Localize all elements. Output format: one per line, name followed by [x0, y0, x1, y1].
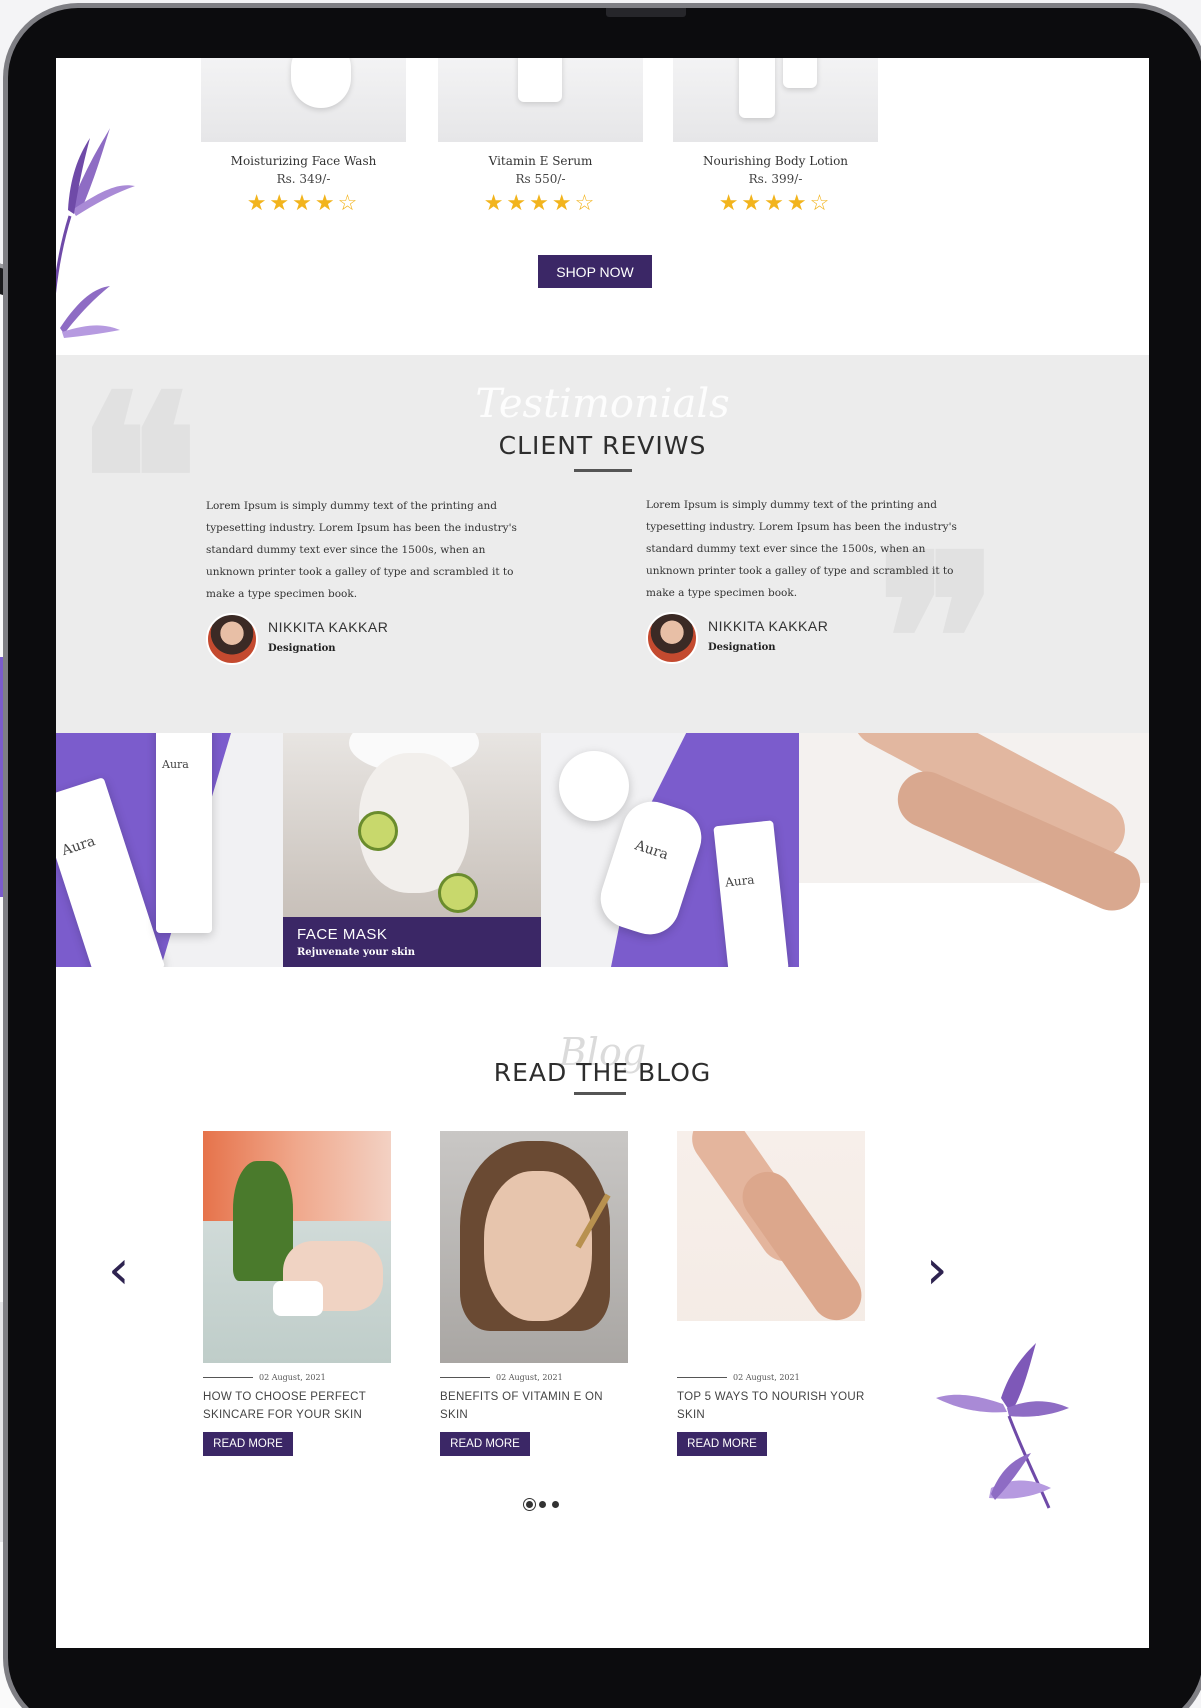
testimonials-script-label: Testimonials: [475, 381, 730, 427]
blog-date-row: 02 August, 2021: [440, 1373, 628, 1382]
product-price: Rs. 349/-: [276, 172, 331, 186]
carousel-pagination: [526, 1501, 559, 1508]
carousel-next-arrow-icon[interactable]: ›: [926, 1238, 948, 1301]
section-title: CLIENT REVIWS: [498, 431, 707, 460]
star-empty-icon: ☆: [809, 190, 833, 215]
star-filled-icon: ★★★★: [483, 190, 575, 215]
cucumber-slice: [358, 811, 398, 851]
tablet-top-button: [606, 8, 686, 17]
read-more-button[interactable]: READ MORE: [440, 1432, 530, 1456]
leg-shape: [732, 1162, 865, 1330]
banner-tile-body-care[interactable]: [799, 733, 1149, 967]
bedsheet-shape: [677, 1321, 865, 1363]
read-more-button[interactable]: READ MORE: [677, 1432, 767, 1456]
star-empty-icon: ☆: [574, 190, 598, 215]
carousel-prev-arrow-icon[interactable]: ‹: [108, 1238, 130, 1301]
rating-stars: ★★★★☆: [201, 190, 406, 216]
tablet-frame: Moisturizing Face Wash Rs. 349/- ★★★★☆ V…: [8, 8, 1201, 1708]
caption-subtitle: Rejuvenate your skin: [297, 947, 416, 958]
banner-tile-products[interactable]: Aura Aura: [541, 733, 799, 967]
reviewer-name: NIKKITA KAKKAR: [268, 619, 389, 635]
brand-logo: Aura: [59, 833, 98, 860]
review-card: Lorem Ipsum is simply dummy text of the …: [646, 494, 966, 668]
blog-date: 02 August, 2021: [733, 1373, 800, 1382]
background-shape: [203, 1131, 391, 1221]
blog-card: 02 August, 2021 HOW TO CHOOSE PERFECT SK…: [203, 1131, 391, 1456]
cucumber-slice: [438, 873, 478, 913]
shop-now-button[interactable]: SHOP NOW: [538, 255, 652, 288]
read-more-button[interactable]: READ MORE: [203, 1432, 293, 1456]
brand-logo: Aura: [632, 837, 671, 864]
product-image[interactable]: [673, 58, 878, 142]
lily-flower-decoration: [936, 1343, 1069, 1509]
rating-stars: ★★★★☆: [438, 190, 643, 216]
reviewer: NIKKITA KAKKAR Designation: [646, 612, 966, 668]
blog-image[interactable]: [440, 1131, 628, 1363]
product-price: Rs. 399/-: [748, 172, 803, 186]
product-jar: [559, 751, 629, 821]
cream-jar-shape: [273, 1281, 323, 1316]
banner-tile-products[interactable]: Aura Aura: [56, 733, 283, 967]
blog-image[interactable]: [203, 1131, 391, 1363]
reviewer: NIKKITA KAKKAR Designation: [206, 613, 526, 669]
blog-date-row: 02 August, 2021: [203, 1373, 391, 1382]
blog-date: 02 August, 2021: [496, 1373, 563, 1382]
review-text: Lorem Ipsum is simply dummy text of the …: [206, 500, 517, 600]
banner-tile-face-mask[interactable]: FACE MASK Rejuvenate your skin: [283, 733, 541, 967]
review-card: Lorem Ipsum is simply dummy text of the …: [206, 495, 526, 669]
section-title: READ THE BLOG: [493, 1058, 712, 1087]
product-name: Moisturizing Face Wash: [230, 154, 377, 168]
pagination-dot-active[interactable]: [526, 1501, 533, 1508]
blog-title[interactable]: TOP 5 WAYS TO NOURISH YOUR SKIN: [677, 1388, 865, 1424]
product-name: Nourishing Body Lotion: [702, 154, 849, 168]
product-card[interactable]: Moisturizing Face Wash Rs. 349/- ★★★★☆: [201, 58, 406, 216]
title-underline: [574, 469, 632, 472]
avatar: [206, 613, 258, 665]
star-filled-icon: ★★★★: [246, 190, 338, 215]
product-bottle-shape: [518, 58, 562, 102]
date-rule: [440, 1377, 490, 1378]
avatar: [646, 612, 698, 664]
blog-date: 02 August, 2021: [259, 1373, 326, 1382]
product-image[interactable]: [201, 58, 406, 142]
product-price: Rs 550/-: [515, 172, 566, 186]
reviewer-designation: Designation: [268, 643, 336, 654]
pagination-dot[interactable]: [552, 1501, 559, 1508]
blog-image[interactable]: [677, 1131, 865, 1363]
date-rule: [677, 1377, 727, 1378]
blog-card: 02 August, 2021 BENEFITS OF VITAMIN E ON…: [440, 1131, 628, 1456]
caption-title: FACE MASK: [297, 926, 388, 943]
rating-stars: ★★★★☆: [673, 190, 878, 216]
promo-banner: Aura Aura FACE MASK Rejuvenate your skin: [56, 733, 1149, 967]
blog-title[interactable]: BENEFITS OF VITAMIN E ON SKIN: [440, 1388, 628, 1424]
blog-card: 02 August, 2021 TOP 5 WAYS TO NOURISH YO…: [677, 1131, 865, 1456]
review-text: Lorem Ipsum is simply dummy text of the …: [646, 499, 957, 599]
product-card[interactable]: Vitamin E Serum Rs 550/- ★★★★☆: [438, 58, 643, 216]
brand-logo: Aura: [162, 758, 189, 771]
product-name: Vitamin E Serum: [488, 154, 593, 168]
product-bottle-shape: [739, 58, 775, 118]
product-bottle-shape: [783, 58, 817, 88]
title-underline: [574, 1092, 626, 1095]
banner-caption: FACE MASK Rejuvenate your skin: [283, 917, 541, 967]
blog-title[interactable]: HOW TO CHOOSE PERFECT SKINCARE FOR YOUR …: [203, 1388, 391, 1424]
date-rule: [203, 1377, 253, 1378]
brand-logo: Aura: [724, 872, 756, 890]
blog-date-row: 02 August, 2021: [677, 1373, 865, 1382]
tablet-screen: Moisturizing Face Wash Rs. 349/- ★★★★☆ V…: [56, 58, 1149, 1648]
pagination-dot[interactable]: [539, 1501, 546, 1508]
reviewer-name: NIKKITA KAKKAR: [708, 618, 829, 634]
mockup-stage: Moisturizing Face Wash Rs. 349/- ★★★★☆ V…: [0, 0, 1201, 1708]
star-empty-icon: ☆: [337, 190, 361, 215]
testimonials-section: ❝ ❞ Testimonials CLIENT REVIWS Lorem Ips…: [56, 355, 1149, 733]
product-card[interactable]: Nourishing Body Lotion Rs. 399/- ★★★★☆: [673, 58, 878, 216]
product-tube: Aura: [156, 733, 212, 933]
lily-flower-decoration: [56, 128, 135, 338]
product-jar-shape: [291, 58, 351, 108]
reviewer-designation: Designation: [708, 642, 776, 653]
star-filled-icon: ★★★★: [718, 190, 810, 215]
product-image[interactable]: [438, 58, 643, 142]
